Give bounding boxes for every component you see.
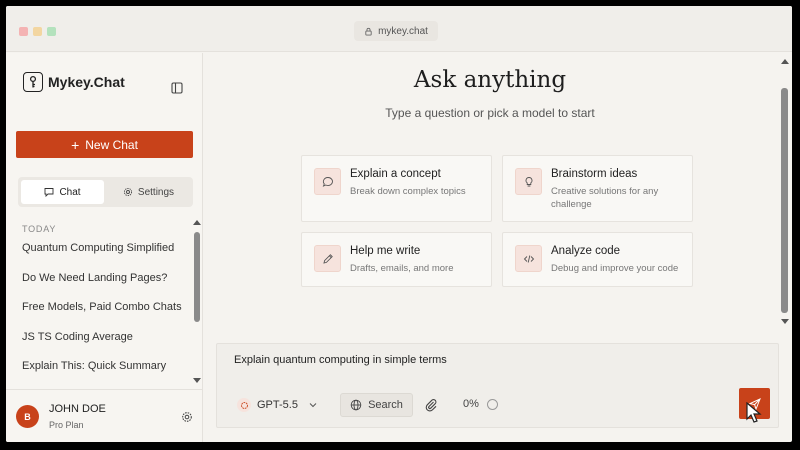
web-search-button[interactable]: Search: [340, 393, 413, 417]
message-input[interactable]: Explain quantum computing in simple term…: [234, 354, 447, 366]
maximize-window-button[interactable]: [47, 27, 56, 36]
paperclip-icon[interactable]: [424, 398, 438, 412]
avatar: B: [16, 405, 39, 428]
message-composer: Explain quantum computing in simple term…: [216, 343, 779, 428]
section-label-today: TODAY: [22, 224, 57, 234]
scrollbar-thumb[interactable]: [781, 88, 788, 313]
scroll-down-arrow-icon[interactable]: [193, 378, 201, 383]
plus-icon: +: [71, 136, 80, 153]
pen-icon: [314, 245, 341, 272]
title-bar: mykey.chat: [6, 6, 792, 52]
chat-history-item[interactable]: Quantum Computing Simplified: [22, 240, 182, 270]
usage-ring-icon: [487, 399, 498, 410]
mouse-cursor-icon: [746, 402, 762, 423]
tab-chat-label: Chat: [59, 186, 81, 198]
brand[interactable]: Mykey.Chat: [23, 72, 125, 92]
scrollbar-thumb[interactable]: [194, 232, 200, 322]
sidebar-tabs: Chat Settings: [18, 177, 193, 207]
scroll-up-arrow-icon[interactable]: [193, 220, 201, 225]
gear-icon: [123, 187, 132, 197]
scroll-up-arrow-icon[interactable]: [781, 59, 789, 64]
chevron-down-icon: [309, 403, 317, 408]
screen: mykey.chat Mykey.Chat + New Chat Chat Se…: [0, 0, 800, 450]
lightbulb-icon: [515, 168, 542, 195]
close-window-button[interactable]: [19, 27, 28, 36]
suggestion-card-write[interactable]: Help me write Drafts, emails, and more: [301, 232, 492, 287]
chat-history-item[interactable]: Do We Need Landing Pages?: [22, 270, 182, 300]
main-panel: Ask anything Type a question or pick a m…: [204, 53, 792, 442]
tab-chat[interactable]: Chat: [21, 180, 104, 204]
browser-window: mykey.chat Mykey.Chat + New Chat Chat Se…: [6, 6, 792, 442]
page-title: Ask anything: [413, 67, 567, 93]
sidebar-scrollbar[interactable]: [192, 218, 202, 384]
user-name: JOHN DOE: [49, 403, 106, 415]
settings-gear-icon[interactable]: [181, 411, 193, 423]
globe-icon: [350, 399, 362, 411]
card-title: Help me write: [350, 245, 421, 257]
brand-name: Mykey.Chat: [48, 74, 125, 90]
model-name: GPT-5.5: [257, 399, 298, 411]
tab-settings-label: Settings: [137, 186, 175, 198]
card-description: Drafts, emails, and more: [350, 263, 454, 274]
user-profile[interactable]: B JOHN DOE Pro Plan: [6, 389, 203, 442]
sidebar-collapse-icon[interactable]: [171, 82, 183, 94]
minimize-window-button[interactable]: [33, 27, 42, 36]
new-chat-button[interactable]: + New Chat: [16, 131, 193, 158]
address-bar[interactable]: mykey.chat: [354, 21, 438, 41]
page-subtitle: Type a question or pick a model to start: [385, 106, 595, 120]
sidebar: Mykey.Chat + New Chat Chat Settings TODA…: [6, 53, 203, 442]
search-label: Search: [368, 399, 403, 411]
card-title: Analyze code: [551, 245, 621, 257]
usage-percent: 0%: [463, 398, 479, 410]
openai-logo-icon: [237, 398, 251, 412]
chat-bubble-icon: [44, 188, 54, 197]
card-title: Brainstorm ideas: [551, 168, 638, 180]
card-title: Explain a concept: [350, 168, 441, 180]
card-description: Break down complex topics: [350, 186, 466, 197]
scroll-down-arrow-icon[interactable]: [781, 319, 789, 324]
suggestion-card-brainstorm[interactable]: Brainstorm ideas Creative solutions for …: [502, 155, 693, 222]
chat-history-item[interactable]: Explain This: Quick Summary: [22, 358, 182, 388]
suggestion-card-code[interactable]: Analyze code Debug and improve your code: [502, 232, 693, 287]
tab-settings[interactable]: Settings: [107, 180, 190, 204]
model-selector[interactable]: GPT-5.5: [237, 394, 318, 416]
chat-history-list: Quantum Computing Simplified Do We Need …: [22, 240, 182, 388]
chat-bubble-icon: [314, 168, 341, 195]
key-logo-icon: [23, 72, 43, 92]
chat-history-item[interactable]: Free Models, Paid Combo Chats: [22, 299, 182, 329]
lock-icon: [365, 27, 372, 36]
code-icon: [515, 245, 542, 272]
main-scrollbar[interactable]: [778, 53, 792, 331]
url-text: mykey.chat: [378, 25, 428, 37]
suggestion-card-explain[interactable]: Explain a concept Break down complex top…: [301, 155, 492, 222]
new-chat-label: New Chat: [85, 137, 138, 152]
card-description: Debug and improve your code: [551, 263, 679, 274]
card-description: Creative solutions for any challenge: [551, 186, 659, 210]
chat-history-item[interactable]: JS TS Coding Average: [22, 329, 182, 359]
user-plan: Pro Plan: [49, 420, 84, 430]
